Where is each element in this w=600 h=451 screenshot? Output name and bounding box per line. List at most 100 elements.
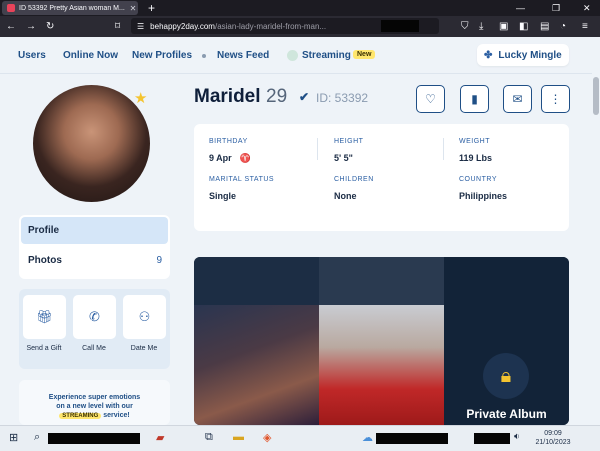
windows-start-icon[interactable]: ⊞ <box>9 431 18 444</box>
info-value-height: 5' 5" <box>334 153 353 163</box>
more-options-button[interactable]: ⋮ <box>541 85 570 113</box>
menu-icon[interactable]: ≡ <box>582 20 588 33</box>
side-nav-profile[interactable]: Profile <box>21 217 168 244</box>
gift-icon: 🎁︎ <box>36 309 53 324</box>
wallet-icon[interactable]: ▤ <box>540 20 549 33</box>
brave-browser-icon[interactable]: ◈ <box>263 431 271 444</box>
site-info-icon[interactable]: ☰ <box>137 22 144 31</box>
clover-icon: ✤ <box>484 49 493 61</box>
photo-thumbnail[interactable] <box>319 305 444 425</box>
os-taskbar: ⊞ ⌕ ▰ ⧉ ▬ ◈ ☁ 🔉︎ 09:09 21/10/2023 <box>0 425 600 451</box>
close-window-icon[interactable]: ✕ <box>583 0 591 16</box>
info-value-children: None <box>334 191 357 201</box>
site-favicon-icon <box>7 4 15 12</box>
mail-icon: ✉ <box>512 92 523 106</box>
info-value-marital-status: Single <box>209 191 237 201</box>
action-panel: 🎁︎ ✆ ⚇ Send a Gift Call Me Date Me <box>19 289 170 369</box>
verified-check-icon: ✔ <box>299 90 310 104</box>
phone-icon: ✆ <box>89 309 100 324</box>
call-me-button[interactable]: ✆ <box>73 295 116 339</box>
url-host: behappy2day.com <box>150 21 215 31</box>
profile-avatar[interactable] <box>33 85 150 202</box>
volume-icon[interactable]: 🔉︎ <box>514 431 520 442</box>
clock-date: 21/10/2023 <box>535 439 571 446</box>
browser-tab-bar: ID 53392 Pretty Asian woman M... ✕ + — ❐… <box>0 0 600 16</box>
promo-line-1: Experience super emotions <box>48 394 141 401</box>
profile-name: Maridel <box>194 86 261 107</box>
info-label-birthday: BIRTHDAY <box>209 138 248 145</box>
redacted-block <box>48 433 140 444</box>
lucky-mingle-label: Lucky Mingle <box>498 49 562 61</box>
send-gift-button[interactable]: 🎁︎ <box>23 295 66 339</box>
menu-new-profiles[interactable]: New Profiles <box>132 50 192 61</box>
redacted-block <box>381 20 419 32</box>
info-label-marital-status: MARITAL STATUS <box>209 176 275 183</box>
maximize-icon[interactable]: ❐ <box>552 0 560 16</box>
menu-online-now[interactable]: Online Now <box>63 50 118 61</box>
new-badge: New <box>353 50 376 59</box>
extensions-icon[interactable]: ◧ <box>519 20 528 33</box>
vpn-icon[interactable]: ◔ <box>560 20 566 33</box>
menu-news-feed[interactable]: News Feed <box>217 50 269 61</box>
like-button[interactable]: ♡ <box>416 85 445 113</box>
book-icon: ▮ <box>471 92 478 106</box>
widget-icon[interactable]: ▰ <box>156 431 164 444</box>
more-vertical-icon: ⋮ <box>549 92 562 106</box>
photo-album: 🔒︎ Private Album <box>194 257 569 425</box>
photo-thumbnail[interactable] <box>194 305 319 425</box>
side-nav-photos-label: Photos <box>28 255 62 266</box>
minimize-icon[interactable]: — <box>516 0 525 16</box>
favorite-star-icon[interactable]: ★ <box>134 89 147 107</box>
info-value-weight: 119 Lbs <box>459 153 493 163</box>
lock-icon: 🔒︎ <box>483 353 529 399</box>
message-button[interactable]: ✉ <box>503 85 532 113</box>
private-album-label: Private Album <box>466 407 547 421</box>
streaming-promo[interactable]: Experience super emotions on a new level… <box>19 380 170 425</box>
heart-hand-icon: ♡ <box>425 92 436 106</box>
private-album-tile[interactable] <box>444 257 569 425</box>
browser-tab[interactable]: ID 53392 Pretty Asian woman M... ✕ <box>2 1 138 15</box>
date-me-label: Date Me <box>130 345 158 352</box>
streaming-pill: STREAMING <box>59 413 102 419</box>
info-value-country: Philippines <box>459 191 508 201</box>
zodiac-aries-icon: ♈ <box>239 153 251 163</box>
profile-age: 29 <box>266 86 288 107</box>
page-scrollbar[interactable] <box>592 73 600 425</box>
info-label-height: HEIGHT <box>334 138 364 145</box>
browser-nav-bar: ← → ↻ ⌑ ☰ behappy2day.com /asian-lady-ma… <box>0 16 600 37</box>
file-explorer-icon[interactable]: ▬ <box>233 431 244 443</box>
promo-line-3-suffix: service! <box>101 412 130 419</box>
new-tab-icon[interactable]: + <box>148 0 155 16</box>
send-gift-label: Send a Gift <box>26 345 62 352</box>
bookmark-icon[interactable]: ⌑ <box>115 20 120 33</box>
profile-side-nav: Profile Photos 9 <box>19 215 170 279</box>
profile-id: ID: 53392 <box>316 91 369 105</box>
shield-icon[interactable]: ⛉ <box>461 20 469 33</box>
scrollbar-thumb[interactable] <box>593 77 599 115</box>
lucky-mingle-button[interactable]: ✤ Lucky Mingle <box>477 44 569 66</box>
photo-thumbnail[interactable] <box>194 257 319 305</box>
promo-line-3: STREAMING service! <box>19 412 170 419</box>
photo-thumbnail[interactable] <box>319 257 444 305</box>
redacted-block <box>474 433 510 444</box>
taskbar-clock[interactable]: 09:09 21/10/2023 <box>530 429 576 447</box>
menu-streaming[interactable]: Streaming <box>302 50 351 61</box>
reload-icon[interactable]: ↻ <box>46 20 54 33</box>
side-nav-photos[interactable]: Photos 9 <box>21 248 168 274</box>
forward-icon[interactable]: → <box>26 20 36 33</box>
contacts-button[interactable]: ▮ <box>460 85 489 113</box>
downloads-icon[interactable]: ⤓ <box>479 20 483 33</box>
search-icon[interactable]: ⌕ <box>34 431 40 444</box>
menu-users[interactable]: Users <box>18 50 46 61</box>
menu-separator-dot <box>202 54 206 58</box>
weather-icon[interactable]: ☁ <box>362 431 373 444</box>
task-view-icon[interactable]: ⧉ <box>205 431 213 444</box>
site-header: Users Online Now New Profiles News Feed … <box>0 37 600 74</box>
back-icon[interactable]: ← <box>6 20 16 33</box>
date-me-button[interactable]: ⚇ <box>123 295 166 339</box>
sidebar-toggle-icon[interactable]: ▣ <box>499 20 508 33</box>
info-value-birthday: 9 Apr ♈ <box>209 153 251 163</box>
close-tab-icon[interactable]: ✕ <box>128 4 138 13</box>
divider <box>317 138 318 160</box>
info-label-weight: WEIGHT <box>459 138 490 145</box>
